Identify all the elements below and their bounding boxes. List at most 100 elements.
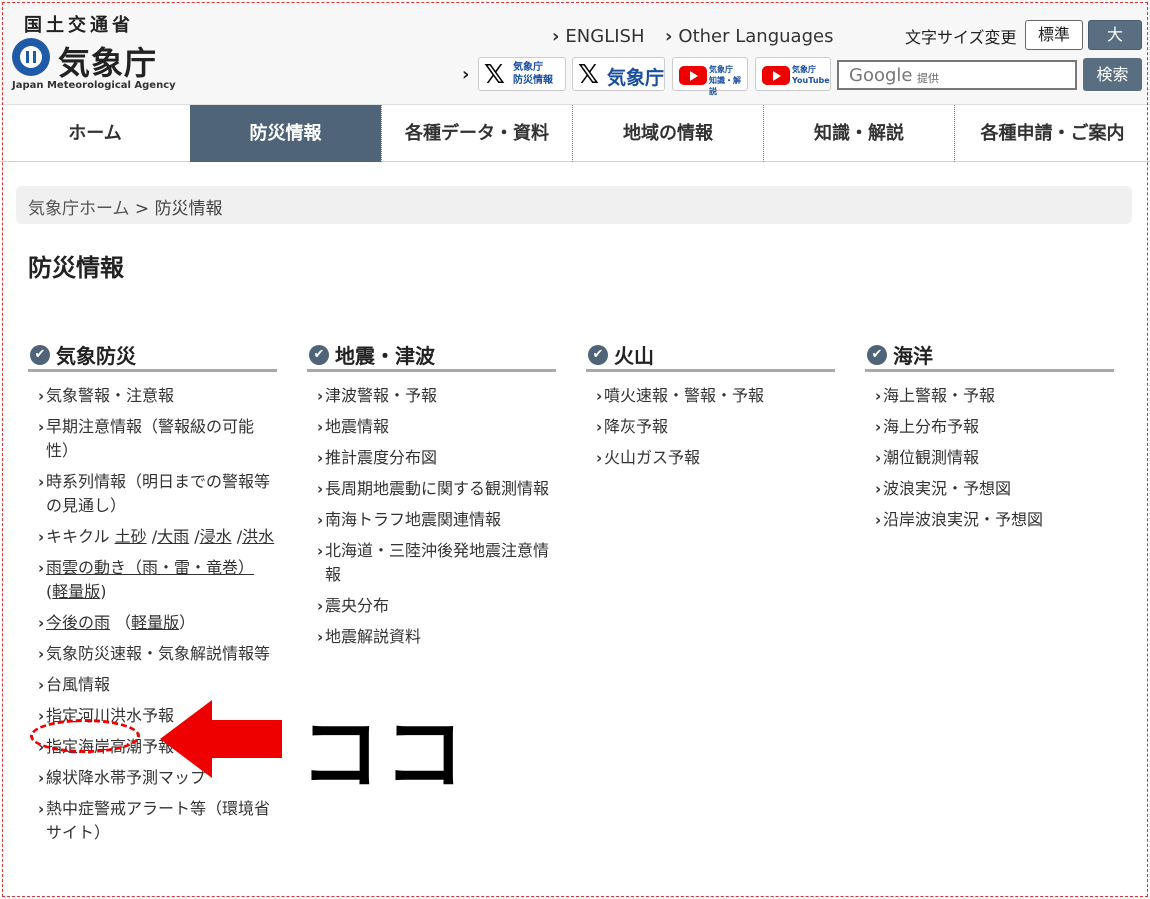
- section-volcano: ✔ 火山 › 噴火速報・警報・予報 › 降灰予報 › 火山ガス予報: [586, 340, 835, 477]
- nav-region[interactable]: 地域の情報: [572, 105, 763, 162]
- chevron-right-icon: ›: [317, 387, 324, 405]
- kongo-no-ame-link[interactable]: 今後の雨: [46, 613, 110, 632]
- chevron-right-icon: ›: [596, 418, 603, 436]
- section-heading: ✔ 気象防災: [28, 340, 277, 372]
- search-button[interactable]: 検索: [1083, 58, 1142, 91]
- fontsize-standard-button[interactable]: 標準: [1025, 20, 1083, 50]
- youtube-icon: [679, 66, 707, 85]
- kikikuru-dosha-link[interactable]: 土砂: [115, 527, 147, 546]
- agency-name[interactable]: 気象庁: [58, 38, 157, 84]
- chevron-right-icon: ›: [38, 559, 45, 577]
- list-item[interactable]: › 気象防災速報・気象解説情報等: [28, 642, 277, 666]
- list-item[interactable]: › 波浪実況・予想図: [865, 477, 1114, 501]
- list-item[interactable]: › 沿岸波浪実況・予想図: [865, 508, 1114, 532]
- list-item[interactable]: › 気象警報・注意報: [28, 384, 277, 408]
- list-item[interactable]: › 熱中症警戒アラート等（環境省サイト）: [28, 797, 277, 845]
- chevron-right-icon: ›: [552, 26, 560, 47]
- youtube-icon: [762, 66, 790, 85]
- youtube-chishiki-link[interactable]: 気象庁 知識・解説: [672, 57, 748, 96]
- chevron-right-icon: ›: [317, 628, 324, 646]
- nav-knowledge[interactable]: 知識・解説: [763, 105, 954, 162]
- section-earthquake: ✔ 地震・津波 › 津波警報・予報 › 地震情報 › 推計震度分布図 › 長周期地震動に関…: [307, 340, 556, 656]
- chevron-right-icon: ›: [38, 800, 45, 818]
- english-link[interactable]: › ENGLISH: [552, 26, 645, 47]
- x-bousai-link[interactable]: 𝕏 気象庁 防災情報: [478, 57, 566, 91]
- x-jma-link[interactable]: 𝕏 気象庁: [572, 57, 665, 91]
- chevron-right-icon: ›: [38, 769, 45, 787]
- chevron-right-icon: ›: [596, 449, 603, 467]
- jma-logo-icon[interactable]: [12, 38, 50, 76]
- check-circle-icon: ✔: [309, 344, 329, 365]
- list-item[interactable]: › 海上警報・予報: [865, 384, 1114, 408]
- list-item[interactable]: › 潮位観測情報: [865, 446, 1114, 470]
- list-item[interactable]: › 地震情報: [307, 415, 556, 439]
- chevron-right-icon: ›: [38, 614, 45, 632]
- amagumo-link[interactable]: 雨雲の動き（雨・雷・竜巻）: [46, 558, 254, 577]
- x-logo-icon: 𝕏: [578, 60, 599, 90]
- list-item[interactable]: › 南海トラフ地震関連情報: [307, 508, 556, 532]
- nav-application[interactable]: 各種申請・ご案内: [954, 105, 1150, 162]
- breadcrumb: 気象庁ホーム > 防災情報: [16, 186, 1132, 224]
- chevron-right-icon: ›: [38, 528, 45, 546]
- list-item[interactable]: › 北海道・三陸沖後発地震注意情報: [307, 539, 556, 587]
- list-item[interactable]: › 地震解説資料: [307, 625, 556, 649]
- youtube-jma-link[interactable]: 気象庁 YouTube: [755, 57, 831, 91]
- list-item[interactable]: › 降灰予報: [586, 415, 835, 439]
- amagumo-light-link[interactable]: 軽量版: [52, 582, 100, 601]
- list-item[interactable]: › 海上分布予報: [865, 415, 1114, 439]
- left-arrow-icon: [160, 700, 282, 778]
- list-item[interactable]: › 時系列情報（明日までの警報等の見通し）: [28, 470, 277, 518]
- breadcrumb-separator: >: [134, 199, 150, 219]
- kikikuru-kozui-link[interactable]: 洪水: [242, 527, 274, 546]
- chevron-right-icon: ›: [875, 418, 882, 436]
- check-circle-icon: ✔: [30, 344, 50, 365]
- check-circle-icon: ✔: [588, 344, 608, 365]
- fontsize-large-button[interactable]: 大: [1088, 20, 1142, 50]
- list-item: › 今後の雨 （軽量版）: [28, 611, 277, 635]
- chevron-right-icon: ›: [38, 645, 45, 663]
- chevron-right-icon: ›: [38, 418, 45, 436]
- nav-home[interactable]: ホーム: [0, 105, 190, 162]
- page-title: 防災情報: [28, 254, 124, 282]
- search-provided-label: 提供: [917, 72, 939, 85]
- highlight-ellipse: [30, 719, 140, 753]
- list-item: › 雨雲の動き（雨・雷・竜巻） (軽量版): [38, 558, 255, 601]
- list-item[interactable]: › 推計震度分布図: [307, 446, 556, 470]
- list-item[interactable]: › 長周期地震動に関する観測情報: [307, 477, 556, 501]
- list-item[interactable]: › 津波警報・予報: [307, 384, 556, 408]
- x-logo-icon: 𝕏: [484, 60, 505, 90]
- chevron-right-icon: ›: [38, 676, 45, 694]
- other-languages-link[interactable]: › Other Languages: [665, 26, 833, 47]
- breadcrumb-current: 防災情報: [154, 199, 223, 219]
- chevron-right-icon: ›: [317, 480, 324, 498]
- list-item: › キキクル 土砂 /大雨 /浸水 /洪水: [28, 525, 277, 549]
- kikikuru-ooame-link[interactable]: 大雨: [157, 527, 189, 546]
- nav-bousai[interactable]: 防災情報: [190, 105, 381, 162]
- chevron-right-icon: ›: [596, 387, 603, 405]
- kongo-no-ame-light-link[interactable]: 軽量版: [131, 613, 179, 632]
- list-item[interactable]: › 噴火速報・警報・予報: [586, 384, 835, 408]
- chevron-right-icon: ›: [317, 449, 324, 467]
- check-circle-icon: ✔: [867, 344, 887, 365]
- breadcrumb-home-link[interactable]: 気象庁ホーム: [28, 199, 130, 219]
- chevron-right-icon: ›: [665, 26, 673, 47]
- section-heading: ✔ 火山: [586, 340, 835, 372]
- list-item[interactable]: › 火山ガス予報: [586, 446, 835, 470]
- chevron-right-icon: ›: [317, 511, 324, 529]
- search-input[interactable]: Google 提供: [837, 60, 1077, 90]
- chevron-right-icon: ›: [462, 64, 470, 85]
- agency-name-en: Japan Meteorological Agency: [12, 80, 176, 91]
- typhoon-info-link[interactable]: › 台風情報: [28, 673, 277, 697]
- google-logo: Google: [849, 65, 913, 86]
- chevron-right-icon: ›: [317, 542, 324, 560]
- section-heading: ✔ 海洋: [865, 340, 1114, 372]
- nav-data[interactable]: 各種データ・資料: [381, 105, 572, 162]
- chevron-right-icon: ›: [38, 473, 45, 491]
- list-item[interactable]: › 早期注意情報（警報級の可能性）: [28, 415, 277, 463]
- ministry-name: 国土交通省: [24, 15, 134, 36]
- koko-label: ココ: [300, 708, 468, 801]
- section-ocean: ✔ 海洋 › 海上警報・予報 › 海上分布予報 › 潮位観測情報 › 波浪実況・予想図 ›…: [865, 340, 1114, 539]
- chevron-right-icon: ›: [875, 480, 882, 498]
- kikikuru-shinsui-link[interactable]: 浸水: [200, 527, 232, 546]
- list-item[interactable]: › 震央分布: [307, 594, 556, 618]
